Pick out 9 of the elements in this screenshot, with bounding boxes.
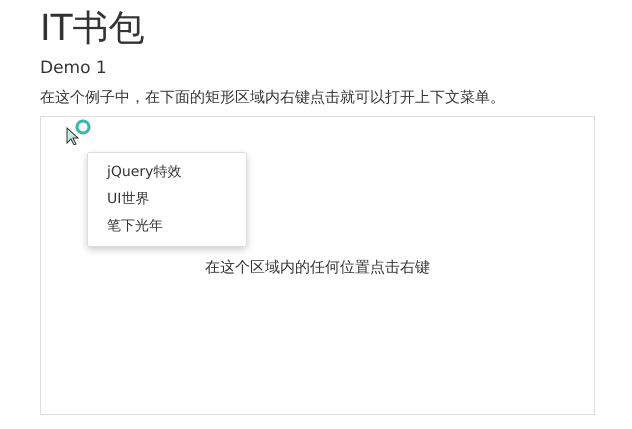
menu-item[interactable]: jQuery特效 <box>88 159 246 186</box>
area-hint: 在这个区域内的任何位置点击右键 <box>205 258 430 277</box>
page-title: IT书包 <box>40 7 146 51</box>
busy-cursor-icon <box>66 119 92 145</box>
subtitle: Demo 1 <box>40 57 108 79</box>
menu-item[interactable]: 笔下光年 <box>88 213 246 240</box>
description: 在这个例子中，在下面的矩形区域内右键点击就可以打开上下文菜单。 <box>40 87 506 107</box>
click-area[interactable]: 在这个区域内的任何位置点击右键 jQuery特效 UI世界 笔下光年 <box>40 116 595 415</box>
menu-item[interactable]: UI世界 <box>88 186 246 213</box>
